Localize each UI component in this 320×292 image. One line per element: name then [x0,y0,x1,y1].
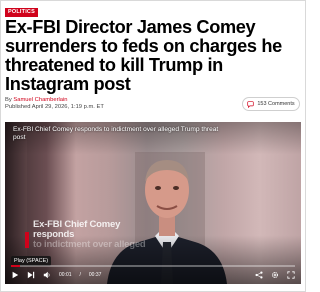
lower-third-line-2: to indictment over alleged [33,239,146,250]
author-link[interactable]: Samuel Chamberlain [13,97,67,103]
video-controls: 00:01 / 00:37 [5,266,301,284]
byline: By Samuel Chamberlain [5,97,68,103]
headline: Ex-FBI Director James Comey surrenders t… [5,17,282,94]
section-tag[interactable]: POLITICS [5,8,38,17]
comment-icon [247,100,254,108]
caption-marker [25,232,29,248]
settings-icon[interactable] [271,271,279,279]
comments-count: 153 Comments [257,101,295,107]
share-icon[interactable] [255,271,263,279]
next-icon[interactable] [27,271,35,279]
play-icon[interactable] [11,271,19,279]
fullscreen-icon[interactable] [287,271,295,279]
current-time: 00:01 [59,272,72,278]
lower-third: Ex-FBI Chief Comey responds to indictmen… [33,220,163,250]
lower-third-line-1: Ex-FBI Chief Comey responds [33,219,121,240]
video-title: Ex-FBI Chief Comey responds to indictmen… [13,126,219,141]
volume-icon[interactable] [43,271,51,279]
video-player[interactable]: Ex-FBI Chief Comey responds to indictmen… [5,122,301,284]
published-date: Published April 29, 2026, 1:19 p.m. ET [5,104,104,110]
time-separator: / [79,272,81,278]
comments-button[interactable]: 153 Comments [242,97,300,111]
duration: 00:37 [88,272,102,278]
